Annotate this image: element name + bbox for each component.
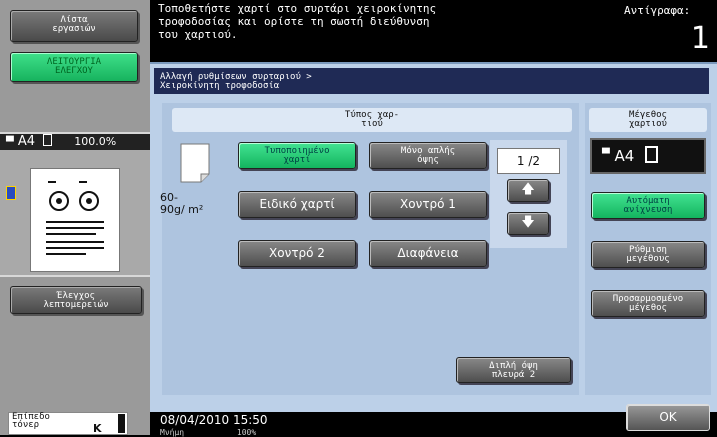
detail-check-button[interactable]: Έλεγχος λεπτομερειών: [10, 286, 142, 314]
portrait-icon: [43, 134, 53, 146]
page-indicator: 1 /2: [497, 148, 560, 174]
paper-weight-label: 60- 90g/ m²: [160, 191, 204, 216]
duplex-side-2-button[interactable]: Διπλή όψη πλευρά 2: [456, 357, 571, 383]
single-side-only-button[interactable]: Μόνο απλής όψης: [369, 142, 487, 169]
job-list-button[interactable]: Λίστα εργασιών: [10, 10, 138, 42]
page-down-button[interactable]: 🡇: [507, 212, 549, 235]
thick-1-button[interactable]: Χοντρό 1: [369, 191, 487, 218]
size-setting-button[interactable]: Ρύθμιση μεγέθους: [591, 241, 705, 268]
toner-color-label: K: [93, 422, 102, 435]
portrait-icon: [645, 146, 659, 163]
breadcrumb: Αλλαγή ρυθμίσεων συρταριού > Χειροκίνητη…: [154, 68, 709, 94]
preview-panel: ▀ A4 100.0%: [0, 132, 150, 277]
custom-size-button[interactable]: Προσαρμοσμένο μέγεθος: [591, 290, 705, 317]
current-paper-size: ▀ A4: [590, 138, 706, 174]
transparency-button[interactable]: Διαφάνεια: [369, 240, 487, 267]
page-up-button[interactable]: 🡅: [507, 179, 549, 202]
ok-button[interactable]: OK: [626, 404, 710, 431]
copies-count: 1: [690, 21, 710, 56]
paper-size-header: Μέγεθος χαρτιού: [589, 108, 707, 132]
instruction-message: Τοποθετήστε χαρτί στο συρτάρι χειροκίνητ…: [158, 2, 437, 41]
down-arrow-icon: 🡇: [521, 215, 535, 230]
toner-label: Επίπεδο τόνερ: [12, 412, 50, 430]
thick-2-button[interactable]: Χοντρό 2: [238, 240, 356, 267]
current-paper-size-value: A4: [614, 147, 635, 165]
up-arrow-icon: 🡅: [521, 182, 535, 197]
memory-label: Μνήμη: [160, 428, 185, 437]
preview-paper-size: A4: [17, 134, 36, 149]
paper-type-header: Τύπος χαρ- τιού: [172, 108, 572, 132]
left-panel: Λίστα εργασιών ΛΕΙΤΟΥΡΓΙΑ ΕΛΕΓΧΟΥ ▀ A4 1…: [0, 0, 150, 435]
memory-status: Μνήμη 100%: [160, 428, 256, 437]
memory-value: 100%: [236, 428, 257, 437]
paper-sheet-icon: [180, 143, 210, 183]
special-paper-button[interactable]: Ειδικό χαρτί: [238, 191, 356, 218]
copies-label: Αντίγραφα:: [624, 4, 691, 17]
paper-size-icon: ▀: [602, 149, 610, 160]
toner-level-bar: [118, 414, 125, 433]
function-check-button[interactable]: ΛΕΙΤΟΥΡΓΙΑ ΕΛΕΓΧΟΥ: [10, 52, 138, 82]
date-time: 08/04/2010 15:50: [160, 413, 268, 427]
preview-header: ▀ A4 100.0%: [0, 134, 150, 150]
auto-detect-button[interactable]: Αυτόματη ανίχνευση: [591, 192, 705, 219]
preview-page-icon: [30, 168, 120, 272]
plain-paper-button[interactable]: Τυποποιημένο χαρτί: [238, 142, 356, 169]
stapled-document-icon: [6, 186, 16, 200]
preview-zoom: 100.0%: [74, 135, 117, 148]
paper-size-icon: ▀: [6, 137, 14, 148]
